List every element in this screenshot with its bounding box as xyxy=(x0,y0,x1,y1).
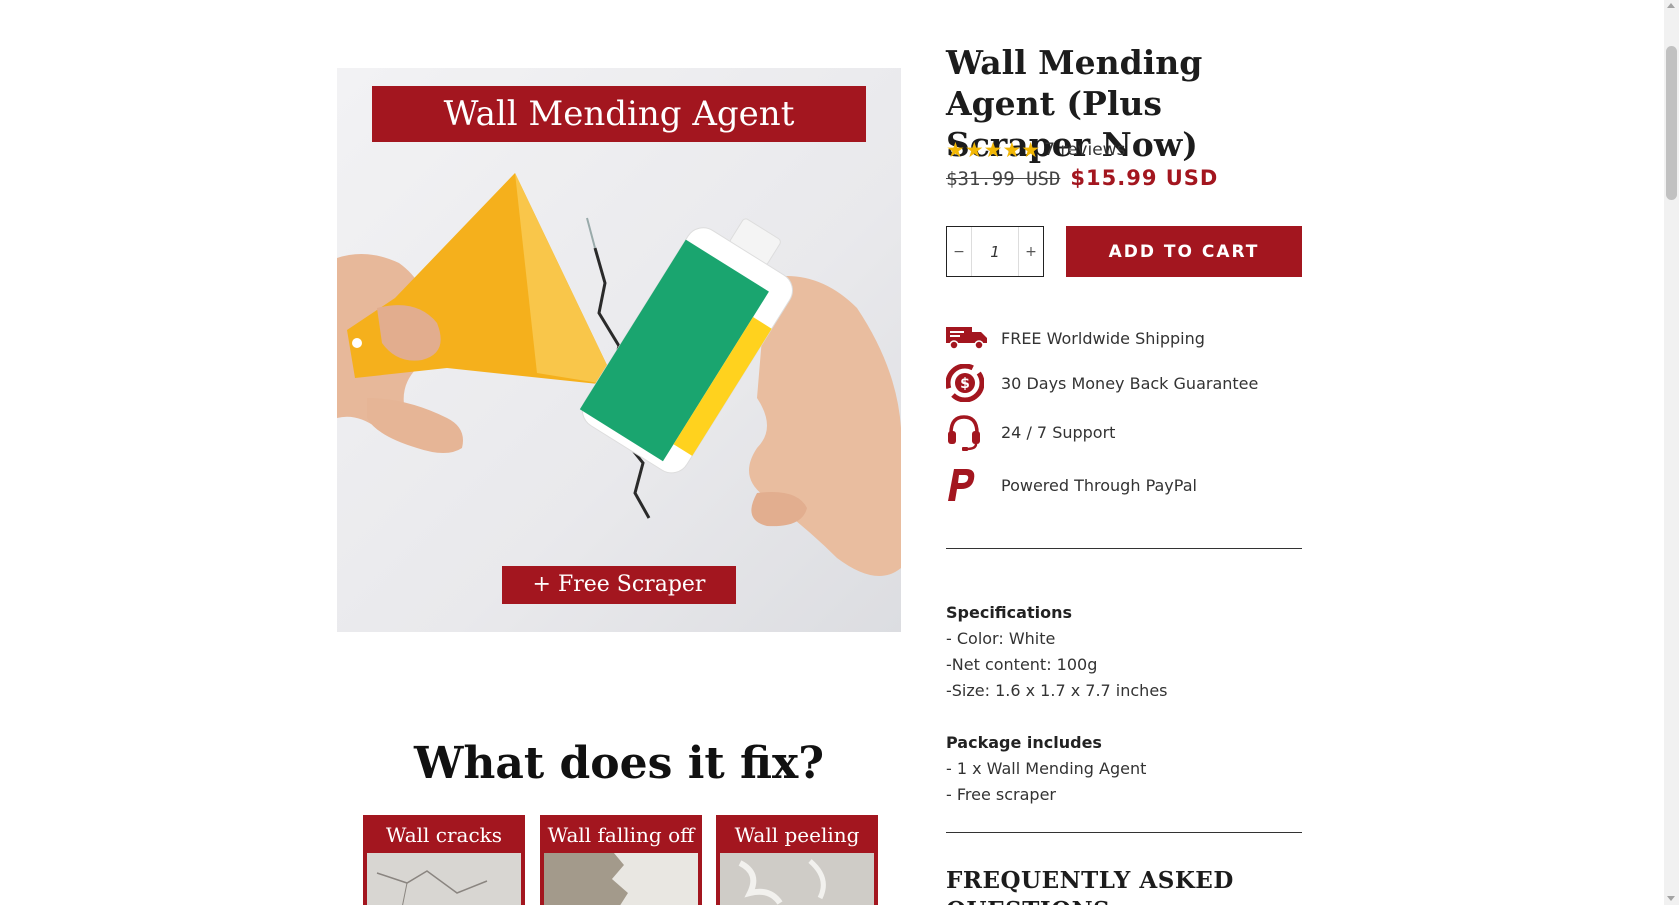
feature-money-back: $ 30 Days Money Back Guarantee xyxy=(946,364,1259,402)
fix-card-label: Wall peeling xyxy=(734,823,860,847)
fix-card-wall-falling-off: Wall falling off xyxy=(540,815,702,905)
fix-card-wall-cracks: Wall cracks xyxy=(363,815,525,905)
feature-shipping: FREE Worldwide Shipping xyxy=(946,320,1205,356)
divider xyxy=(946,832,1302,833)
faq-heading: FREQUENTLY ASKED QUESTIONS xyxy=(946,866,1234,905)
quantity-stepper: − + xyxy=(946,226,1044,277)
feature-text: FREE Worldwide Shipping xyxy=(1001,328,1205,348)
product-page: Wall Mending Agent + Free Scraper Wall M… xyxy=(0,0,1664,905)
add-to-cart-button[interactable]: ADD TO CART xyxy=(1066,226,1302,277)
fix-card-wall-peeling: Wall peeling xyxy=(716,815,878,905)
divider xyxy=(946,548,1302,549)
paypal-icon xyxy=(946,467,988,503)
star-rating-icon: ★★★★★ xyxy=(946,138,1041,162)
price-block: $31.99 USD $15.99 USD xyxy=(946,166,1218,190)
truck-icon xyxy=(946,320,988,356)
fix-card-label: Wall falling off xyxy=(547,823,695,847)
reviews-link[interactable]: 7 reviews xyxy=(1044,140,1125,160)
faq-heading-line1: FREQUENTLY ASKED xyxy=(946,867,1234,894)
spec-size: -Size: 1.6 x 1.7 x 7.7 inches xyxy=(946,681,1168,700)
feature-text: Powered Through PayPal xyxy=(1001,475,1197,495)
scroll-down-arrow-icon[interactable] xyxy=(1667,896,1675,901)
product-image[interactable]: Wall Mending Agent + Free Scraper xyxy=(337,68,901,632)
scrollbar-thumb[interactable] xyxy=(1666,46,1677,200)
fix-heading: What does it fix? xyxy=(413,738,825,789)
fix-card-label: Wall cracks xyxy=(385,823,503,847)
money-back-icon: $ xyxy=(946,364,988,402)
svg-text:$: $ xyxy=(960,376,970,392)
product-photo xyxy=(337,173,901,576)
feature-paypal: Powered Through PayPal xyxy=(946,467,1197,503)
specifications-heading: Specifications xyxy=(946,603,1072,622)
quantity-decrease-button[interactable]: − xyxy=(947,227,971,276)
quantity-input[interactable] xyxy=(971,227,1019,276)
scrollbar[interactable] xyxy=(1664,0,1679,905)
image-banner-free-scraper: + Free Scraper xyxy=(502,566,736,604)
wall-cracks-image xyxy=(367,853,521,905)
sale-price: $15.99 USD xyxy=(1070,166,1219,190)
package-includes: Package includes - 1 x Wall Mending Agen… xyxy=(946,730,1306,808)
feature-text: 24 / 7 Support xyxy=(1001,422,1116,442)
scroll-up-arrow-icon[interactable] xyxy=(1667,3,1675,8)
faq-heading-line2: QUESTIONS xyxy=(946,896,1234,905)
product-rating[interactable]: ★★★★★ 7 reviews xyxy=(946,138,1125,162)
package-item: - Free scraper xyxy=(946,785,1056,804)
wall-falling-off-image xyxy=(544,853,698,905)
spec-net-content: -Net content: 100g xyxy=(946,655,1098,674)
specifications: Specifications - Color: White -Net conte… xyxy=(946,600,1306,704)
wall-peeling-image xyxy=(720,853,874,905)
image-banner-title: Wall Mending Agent xyxy=(372,86,866,142)
package-heading: Package includes xyxy=(946,733,1102,752)
feature-support: 24 / 7 Support xyxy=(946,414,1116,451)
spec-color: - Color: White xyxy=(946,629,1056,648)
headset-icon xyxy=(946,414,988,451)
feature-text: 30 Days Money Back Guarantee xyxy=(1001,373,1259,393)
quantity-increase-button[interactable]: + xyxy=(1019,227,1043,276)
package-item: - 1 x Wall Mending Agent xyxy=(946,759,1147,778)
compare-at-price: $31.99 USD xyxy=(946,168,1061,190)
